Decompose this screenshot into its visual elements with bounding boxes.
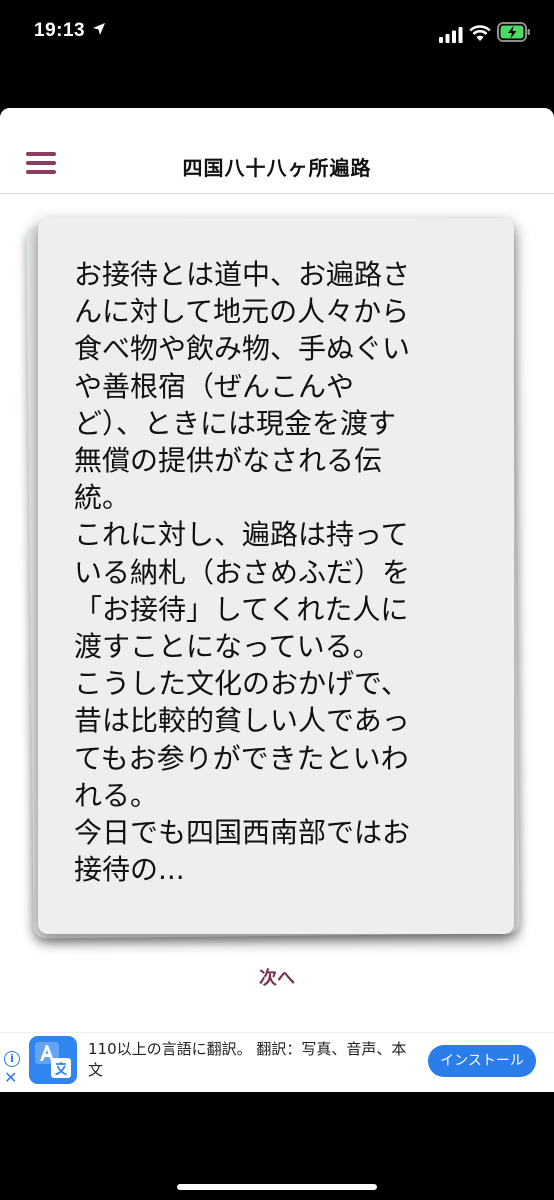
content-card[interactable]: お接待とは道中、お遍路さ んに対して地元の人々から 食べ物や飲み物、手ぬぐい や… bbox=[38, 218, 514, 934]
battery-charging-icon bbox=[497, 22, 530, 42]
wifi-icon bbox=[469, 25, 491, 41]
home-indicator[interactable] bbox=[177, 1184, 377, 1190]
navigation-bar: 四国八十八ヶ所遍路 bbox=[0, 108, 554, 194]
next-button[interactable]: 次へ bbox=[0, 964, 554, 990]
ad-info-icon[interactable]: i bbox=[4, 1051, 20, 1067]
install-button[interactable]: インストール bbox=[428, 1045, 536, 1077]
page-title: 四国八十八ヶ所遍路 bbox=[182, 156, 372, 180]
status-time: 19:13 bbox=[34, 20, 86, 41]
ad-close-icon[interactable]: ✕ bbox=[4, 1069, 17, 1087]
app-screen: 四国八十八ヶ所遍路 お接待とは道中、お遍路さ んに対して地元の人々から 食べ物や… bbox=[0, 108, 554, 1092]
location-arrow-icon bbox=[93, 23, 105, 35]
status-bar: 19:13 bbox=[0, 0, 554, 70]
card-text: お接待とは道中、お遍路さ んに対して地元の人々から 食べ物や飲み物、手ぬぐい や… bbox=[74, 258, 411, 887]
cellular-signal-icon bbox=[439, 27, 463, 43]
ad-banner[interactable]: i ✕ 110以上の言語に翻訳。 翻訳：写真、音声、本文 インストール bbox=[0, 1032, 554, 1092]
translate-app-icon[interactable] bbox=[29, 1036, 77, 1084]
ad-description: 110以上の言語に翻訳。 翻訳：写真、音声、本文 bbox=[88, 1040, 407, 1079]
